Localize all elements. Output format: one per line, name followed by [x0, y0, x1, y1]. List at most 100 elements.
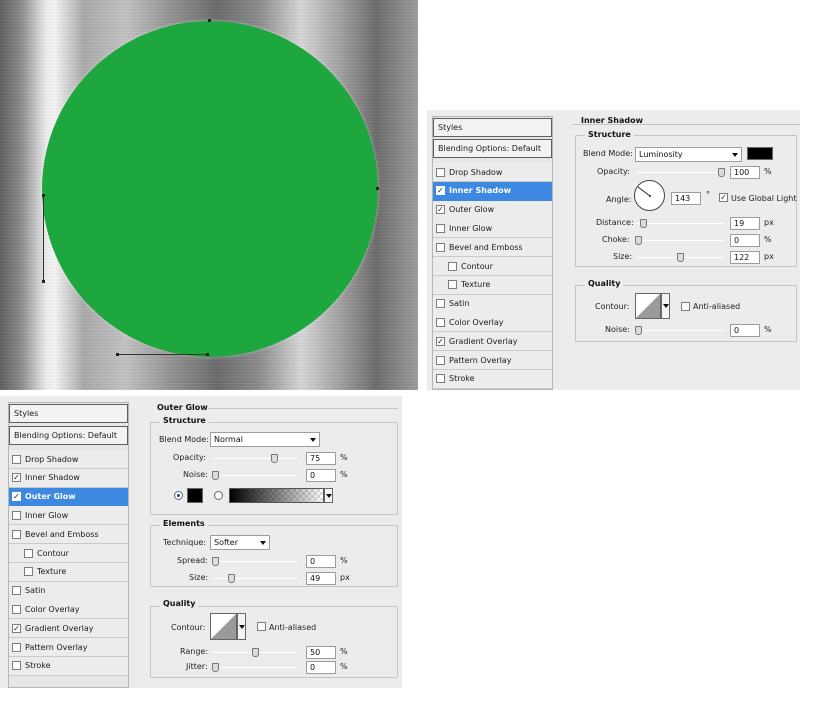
style-item-inner-glow[interactable]: Inner Glow — [9, 506, 128, 526]
style-item-outer-glow[interactable]: ✓ Outer Glow — [9, 487, 128, 507]
contour-preview[interactable] — [635, 293, 661, 319]
glow-color-swatch[interactable] — [187, 488, 203, 503]
opacity-slider-thumb[interactable] — [718, 168, 725, 177]
opacity-slider-thumb[interactable] — [271, 454, 279, 463]
style-item-inner-shadow[interactable]: ✓ Inner Shadow — [433, 181, 552, 201]
style-checkbox[interactable] — [436, 167, 445, 177]
styles-header[interactable]: Styles — [433, 118, 552, 137]
style-checkbox[interactable] — [12, 510, 21, 520]
style-checkbox[interactable] — [436, 374, 445, 384]
blending-options-item[interactable]: Blending Options: Default — [9, 426, 128, 445]
green-circle-shape[interactable] — [42, 21, 378, 357]
noise-slider-track[interactable] — [635, 330, 725, 331]
glow-gradient-preview[interactable] — [229, 488, 324, 503]
style-item-satin[interactable]: Satin — [9, 581, 128, 601]
style-checkbox[interactable] — [12, 586, 21, 596]
style-checkbox[interactable] — [436, 355, 445, 365]
use-global-light-checkbox[interactable]: ✓ — [719, 193, 728, 202]
anti-aliased-checkbox[interactable] — [681, 302, 690, 311]
noise-slider-thumb[interactable] — [635, 326, 642, 335]
technique-dropdown[interactable]: Softer — [210, 535, 270, 550]
gradient-picker-button[interactable] — [324, 488, 333, 503]
style-item-inner-glow[interactable]: Inner Glow — [433, 219, 552, 239]
gradient-radio[interactable] — [214, 491, 223, 500]
style-checkbox[interactable]: ✓ — [436, 205, 445, 215]
range-input[interactable]: 50 — [306, 646, 336, 659]
style-checkbox[interactable] — [24, 567, 33, 577]
opacity-input[interactable]: 75 — [306, 452, 336, 465]
jitter-input[interactable]: 0 — [306, 661, 336, 674]
opacity-input[interactable]: 100 — [730, 166, 760, 179]
style-item-contour[interactable]: Contour — [433, 257, 552, 276]
style-item-texture[interactable]: Texture — [9, 562, 128, 582]
path-anchor-point[interactable] — [208, 19, 211, 22]
style-checkbox[interactable]: ✓ — [436, 186, 445, 196]
blending-options-item[interactable]: Blending Options: Default — [433, 139, 552, 158]
opacity-slider-track[interactable] — [635, 172, 725, 173]
style-checkbox[interactable] — [436, 223, 445, 233]
spread-input[interactable]: 0 — [306, 555, 336, 568]
style-item-texture[interactable]: Texture — [433, 275, 552, 295]
style-checkbox[interactable] — [12, 454, 21, 464]
style-checkbox[interactable] — [12, 604, 21, 614]
style-item-color-overlay[interactable]: Color Overlay — [9, 600, 128, 620]
path-anchor-point[interactable] — [206, 353, 209, 356]
size-slider-thumb[interactable] — [227, 574, 235, 583]
style-checkbox[interactable] — [448, 280, 457, 290]
shadow-color-swatch[interactable] — [747, 147, 773, 160]
choke-slider-thumb[interactable] — [635, 236, 642, 245]
style-item-pattern-overlay[interactable]: Pattern Overlay — [9, 638, 128, 657]
path-anchor-point[interactable] — [42, 194, 45, 197]
style-checkbox[interactable]: ✓ — [12, 623, 21, 633]
choke-input[interactable]: 0 — [730, 234, 760, 247]
style-checkbox[interactable] — [436, 299, 445, 309]
document-canvas[interactable] — [0, 0, 418, 390]
style-checkbox[interactable] — [448, 261, 457, 271]
style-checkbox[interactable] — [12, 642, 21, 652]
style-item-gradient-overlay[interactable]: ✓ Gradient Overlay — [9, 619, 128, 639]
noise-slider-thumb[interactable] — [212, 471, 219, 480]
noise-input[interactable]: 0 — [730, 324, 760, 337]
style-checkbox[interactable] — [12, 529, 21, 539]
style-item-drop-shadow[interactable]: Drop Shadow — [9, 450, 128, 469]
spread-slider-thumb[interactable] — [212, 557, 219, 566]
contour-picker-button[interactable] — [237, 613, 246, 640]
angle-input[interactable]: 143 — [671, 192, 701, 205]
style-item-outer-glow[interactable]: ✓ Outer Glow — [433, 200, 552, 220]
angle-dial[interactable] — [634, 180, 665, 211]
style-item-gradient-overlay[interactable]: ✓ Gradient Overlay — [433, 332, 552, 352]
spread-slider-track[interactable] — [212, 561, 298, 562]
style-checkbox[interactable] — [436, 242, 445, 252]
style-checkbox[interactable] — [436, 317, 445, 327]
distance-slider-thumb[interactable] — [639, 219, 647, 228]
size-input[interactable]: 122 — [730, 251, 760, 264]
style-item-inner-shadow[interactable]: ✓ Inner Shadow — [9, 468, 128, 488]
blend-mode-dropdown[interactable]: Normal — [210, 432, 320, 447]
size-slider-thumb[interactable] — [676, 253, 684, 262]
style-item-contour[interactable]: Contour — [9, 544, 128, 563]
size-slider-track[interactable] — [212, 578, 298, 579]
style-item-stroke[interactable]: Stroke — [433, 369, 552, 389]
style-item-pattern-overlay[interactable]: Pattern Overlay — [433, 351, 552, 370]
styles-header[interactable]: Styles — [9, 404, 128, 423]
contour-picker-button[interactable] — [661, 293, 670, 319]
noise-input[interactable]: 0 — [306, 469, 336, 482]
path-anchor-point[interactable] — [42, 280, 45, 283]
style-checkbox[interactable]: ✓ — [12, 473, 21, 483]
choke-slider-track[interactable] — [635, 240, 725, 241]
style-item-bevel-and-emboss[interactable]: Bevel and Emboss — [9, 525, 128, 545]
contour-preview[interactable] — [210, 613, 237, 640]
size-input[interactable]: 49 — [306, 572, 336, 585]
range-slider-thumb[interactable] — [251, 648, 259, 657]
style-checkbox[interactable]: ✓ — [12, 492, 21, 502]
path-anchor-point[interactable] — [116, 353, 119, 356]
blend-mode-dropdown[interactable]: Luminosity — [635, 147, 742, 162]
style-checkbox[interactable]: ✓ — [436, 336, 445, 346]
style-item-bevel-and-emboss[interactable]: Bevel and Emboss — [433, 238, 552, 258]
path-anchor-point[interactable] — [376, 187, 379, 190]
style-item-satin[interactable]: Satin — [433, 294, 552, 314]
distance-input[interactable]: 19 — [730, 217, 760, 230]
style-item-stroke[interactable]: Stroke — [9, 656, 128, 676]
noise-slider-track[interactable] — [212, 475, 298, 476]
anti-aliased-checkbox[interactable] — [257, 622, 266, 631]
